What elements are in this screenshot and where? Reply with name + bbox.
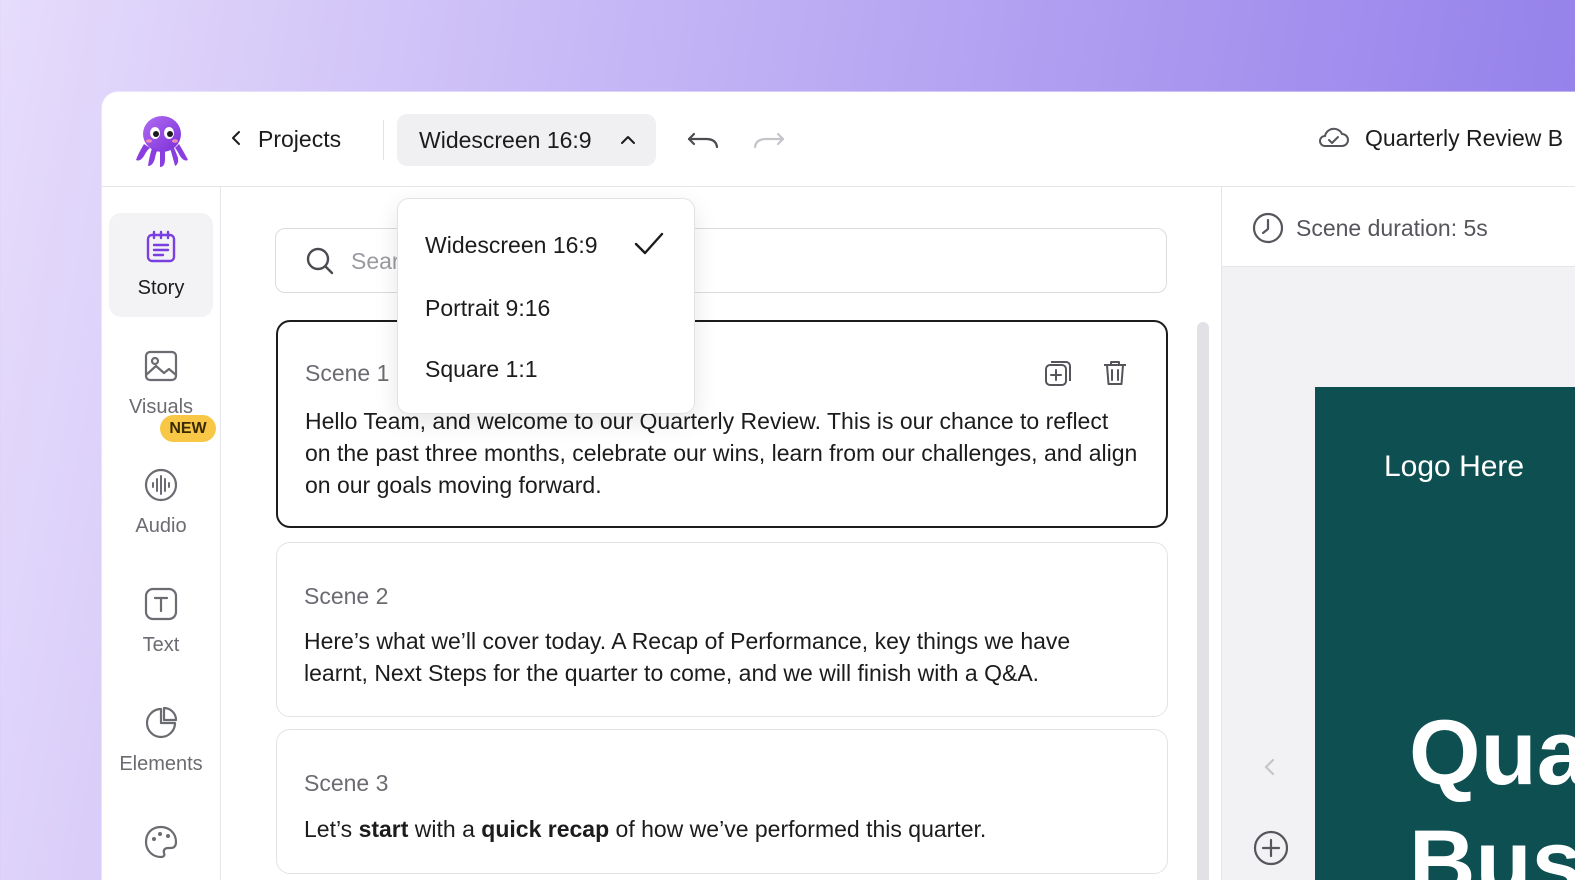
- scene-text[interactable]: Let’s start with a quick recap of how we…: [304, 813, 1139, 845]
- scene-card-3[interactable]: Scene 3 Let’s start with a quick recap o…: [276, 729, 1168, 874]
- project-title[interactable]: Quarterly Review B: [1365, 125, 1563, 152]
- scene-title: Scene 3: [304, 770, 389, 796]
- text-segment: of how we’ve performed this quarter.: [609, 816, 987, 842]
- add-circle-icon[interactable]: [1252, 829, 1290, 867]
- elements-icon: [145, 706, 178, 739]
- preview-panel: Scene duration: 5s Logo Here Qua Bus: [1221, 187, 1575, 880]
- rail-item-text[interactable]: Text: [109, 570, 213, 674]
- left-rail: Story Visuals NEW Audio Text Elements: [102, 187, 221, 880]
- rail-item-elements[interactable]: Elements: [109, 689, 213, 793]
- undo-icon[interactable]: [686, 126, 720, 152]
- scene-duration-bar: Scene duration: 5s: [1222, 187, 1575, 267]
- app-window: Projects Widescreen 16:9 Quarterly Revie…: [102, 92, 1575, 880]
- bold-segment: quick recap: [481, 816, 610, 842]
- top-bar: Projects Widescreen 16:9 Quarterly Revie…: [102, 92, 1575, 187]
- palette-icon: [144, 825, 178, 859]
- clock-icon: [1252, 212, 1284, 244]
- chevron-left-icon[interactable]: [228, 127, 244, 149]
- rail-label-story: Story: [137, 277, 185, 299]
- new-badge: NEW: [160, 415, 216, 442]
- slide-headline: Bus: [1409, 812, 1575, 880]
- scene-title: Scene 1: [305, 360, 390, 386]
- image-icon: [144, 350, 178, 382]
- format-option-portrait[interactable]: Portrait 9:16: [425, 295, 550, 322]
- rail-label-elements: Elements: [119, 753, 203, 775]
- text-segment: with a: [408, 816, 482, 842]
- rail-item-audio[interactable]: Audio: [109, 451, 213, 555]
- duplicate-icon[interactable]: [1043, 358, 1073, 388]
- scene-duration[interactable]: Scene duration: 5s: [1296, 215, 1488, 242]
- text-segment: Let’s: [304, 816, 359, 842]
- scrollbar[interactable]: [1197, 322, 1209, 880]
- format-dropdown-button[interactable]: Widescreen 16:9: [397, 114, 656, 166]
- slide-preview[interactable]: Logo Here Qua Bus: [1315, 387, 1575, 880]
- scene-card-2[interactable]: Scene 2 Here’s what we’ll cover today. A…: [276, 542, 1168, 717]
- search-icon: [306, 247, 334, 275]
- checkmark-icon: [634, 232, 664, 255]
- story-icon: [146, 230, 176, 263]
- text-icon: [144, 587, 178, 621]
- divider: [383, 120, 384, 160]
- octopus-logo-icon[interactable]: [132, 110, 192, 170]
- slide-headline: Qua: [1409, 702, 1575, 804]
- scene-title: Scene 2: [304, 583, 389, 609]
- chevron-left-icon[interactable]: [1260, 755, 1278, 779]
- cloud-saved-icon: [1319, 127, 1349, 147]
- format-dropdown-menu: Widescreen 16:9 Portrait 9:16 Square 1:1: [397, 198, 695, 414]
- trash-icon[interactable]: [1100, 358, 1130, 388]
- format-selected-label: Widescreen 16:9: [419, 127, 592, 153]
- bold-segment: start: [358, 816, 409, 842]
- format-option-square[interactable]: Square 1:1: [425, 356, 538, 383]
- redo-icon[interactable]: [752, 126, 786, 152]
- projects-link[interactable]: Projects: [258, 126, 341, 153]
- scene-text[interactable]: Hello Team, and welcome to our Quarterly…: [305, 405, 1138, 501]
- audio-icon: [144, 468, 178, 502]
- format-option-widescreen[interactable]: Widescreen 16:9: [425, 232, 598, 259]
- logo-placeholder: Logo Here: [1384, 450, 1525, 483]
- rail-item-styles[interactable]: [109, 808, 213, 880]
- scene-text[interactable]: Here’s what we’ll cover today. A Recap o…: [304, 625, 1139, 689]
- chevron-up-icon: [621, 136, 635, 144]
- rail-item-story[interactable]: Story: [109, 213, 213, 317]
- rail-label-audio: Audio: [135, 515, 187, 537]
- rail-label-text: Text: [142, 634, 180, 656]
